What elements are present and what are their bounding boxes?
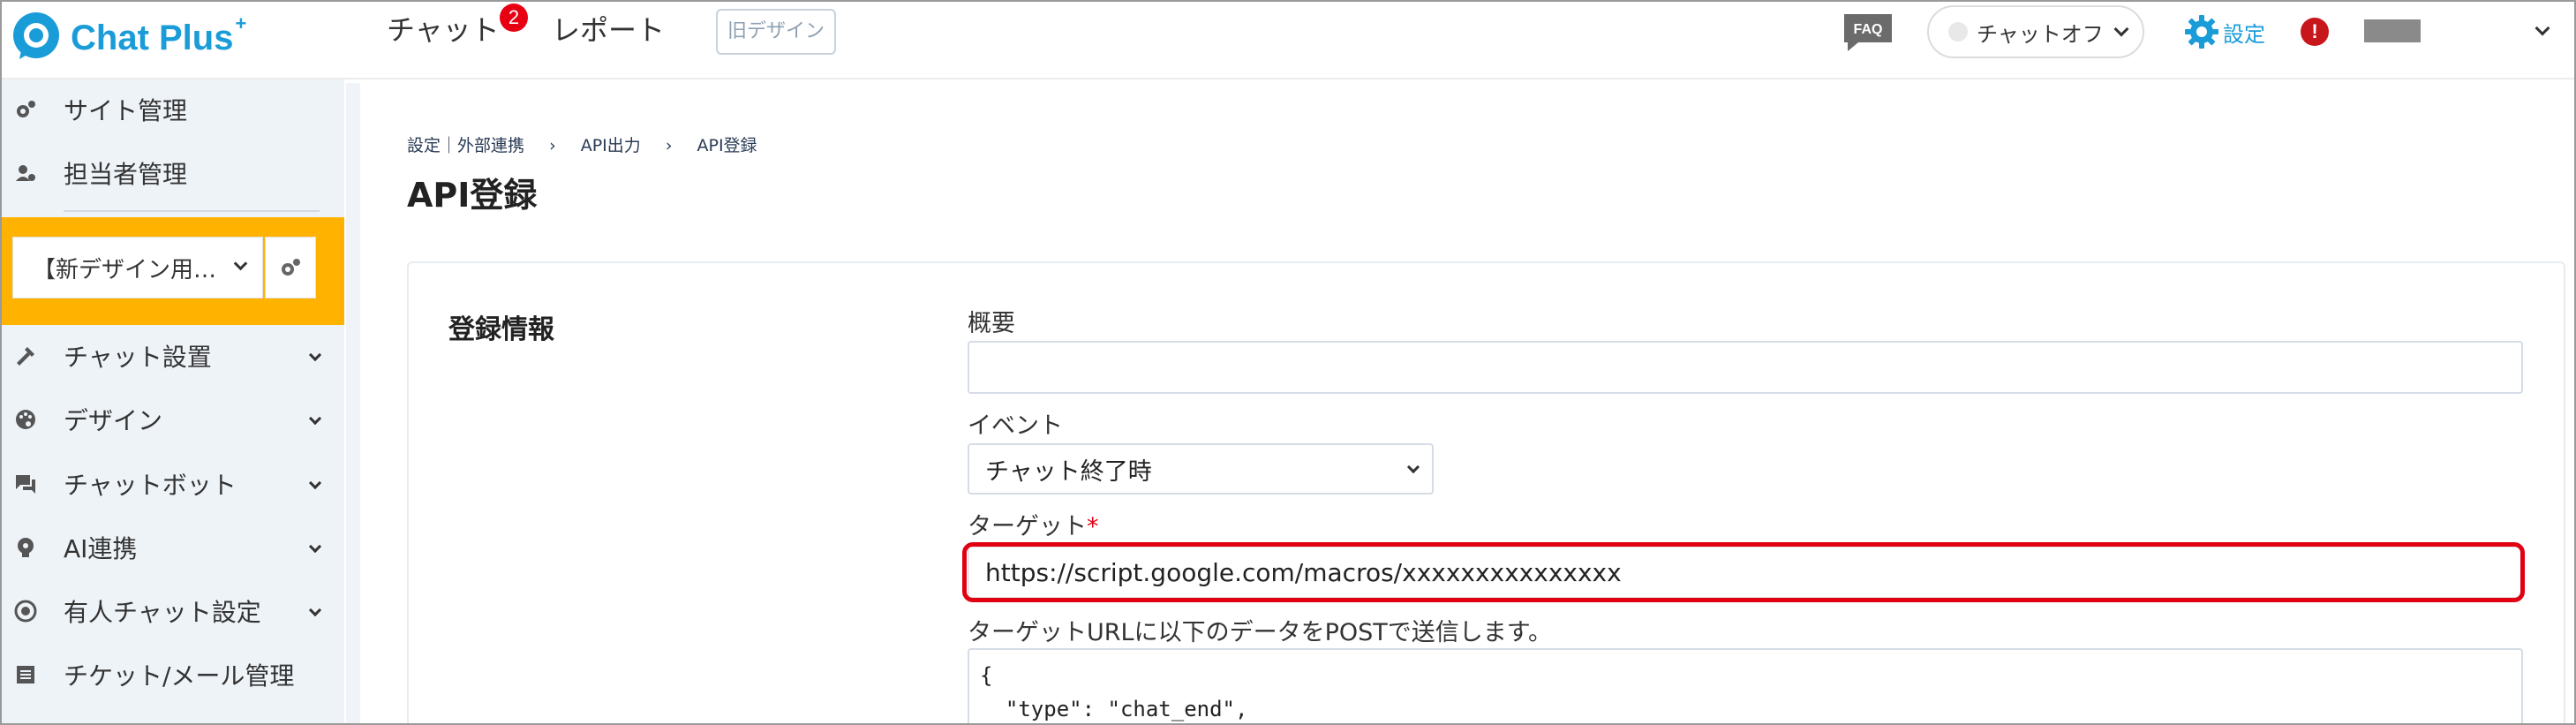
chevron-down-icon bbox=[1406, 460, 1420, 474]
top-header: Chat Plus+ チャット 2 レポート 旧デザイン FAQ チャットオフ bbox=[2, 2, 2574, 79]
chat-count-badge: 2 bbox=[500, 4, 528, 32]
breadcrumb-current: API登録 bbox=[697, 136, 757, 155]
site-select[interactable]: 【新デザイン用… bbox=[12, 237, 263, 298]
payload-line: { bbox=[980, 663, 993, 688]
breadcrumb: 設定｜外部連携 › API出力 › API登録 bbox=[407, 132, 757, 156]
page-title: API登録 bbox=[407, 176, 538, 215]
tools-icon bbox=[14, 344, 37, 367]
event-select[interactable]: チャット終了時 bbox=[968, 443, 1434, 495]
gear-cluster-icon bbox=[14, 98, 37, 121]
summary-input[interactable] bbox=[968, 341, 2523, 394]
target-label: ターゲット* bbox=[968, 513, 1099, 540]
chevron-down-icon bbox=[2113, 21, 2129, 37]
settings-label: 設定 bbox=[2223, 21, 2265, 47]
sidebar-item-design[interactable]: デザイン bbox=[2, 395, 344, 444]
chevron-down-icon bbox=[233, 256, 248, 271]
card-title: 登録情報 bbox=[448, 314, 554, 345]
sidebar-divider bbox=[64, 210, 320, 212]
users-gear-icon bbox=[14, 162, 37, 185]
site-select-value: 【新デザイン用… bbox=[33, 256, 217, 283]
sidebar-item-label: AI連携 bbox=[64, 534, 138, 563]
chat-status-select[interactable]: チャットオフ bbox=[1927, 5, 2144, 58]
target-highlight-frame bbox=[962, 542, 2525, 602]
status-dot bbox=[1948, 22, 1968, 42]
required-mark: * bbox=[1087, 513, 1099, 540]
sidebar-item-ai[interactable]: AI連携 bbox=[2, 523, 344, 572]
ai-bulb-icon bbox=[14, 536, 37, 559]
old-design-button[interactable]: 旧デザイン bbox=[716, 9, 836, 55]
sidebar-item-label: デザイン bbox=[64, 406, 163, 435]
sidebar-item-chat-install[interactable]: チャット設置 bbox=[2, 331, 344, 381]
sidebar-item-site-management[interactable]: サイト管理 bbox=[2, 85, 344, 134]
sidebar-item-operator-chat[interactable]: 有人チャット設定 bbox=[2, 586, 344, 636]
palette-icon bbox=[14, 408, 37, 431]
chevron-down-icon bbox=[308, 412, 322, 426]
sidebar: サイト管理 担当者管理 【新デザイン用… チャット設置 デザイン チャットボット… bbox=[2, 79, 344, 723]
breadcrumb-settings-link[interactable]: 設定｜外部連携 bbox=[407, 136, 524, 155]
payload-preview[interactable]: { "type": "chat_end", bbox=[968, 648, 2523, 723]
sidebar-item-ticket-mail[interactable]: チケット/メール管理 bbox=[2, 650, 344, 699]
site-selector-panel: 【新デザイン用… bbox=[2, 217, 344, 325]
nav-report[interactable]: レポート bbox=[552, 12, 665, 48]
chevron-down-icon bbox=[308, 348, 322, 362]
alert-icon[interactable]: ! bbox=[2301, 18, 2329, 46]
chevron-down-icon bbox=[308, 476, 322, 490]
sidebar-item-label: チケット/メール管理 bbox=[64, 661, 295, 691]
faq-label: FAQ bbox=[1854, 22, 1883, 37]
breadcrumb-separator: › bbox=[665, 136, 673, 155]
sidebar-item-label: チャット設置 bbox=[64, 343, 212, 372]
settings-link[interactable]: 設定 bbox=[2184, 14, 2265, 49]
chat-status-value: チャットオフ bbox=[1977, 21, 2104, 47]
sidebar-item-label: チャットボット bbox=[64, 471, 237, 500]
nav-chat[interactable]: チャット bbox=[387, 12, 500, 48]
sidebar-item-label: 担当者管理 bbox=[64, 160, 188, 189]
payload-line: "type": "chat_end", bbox=[980, 697, 1248, 721]
sidebar-scrollbar[interactable] bbox=[346, 83, 360, 723]
gear-icon bbox=[2185, 15, 2218, 49]
post-description: ターゲットURLに以下のデータをPOSTで送信します。 bbox=[968, 619, 1553, 646]
sidebar-item-staff-management[interactable]: 担当者管理 bbox=[2, 148, 344, 198]
chat-plus-logo-icon bbox=[11, 10, 62, 61]
ticket-list-icon bbox=[14, 663, 37, 686]
event-select-value: チャット終了時 bbox=[985, 457, 1152, 486]
sidebar-item-chatbot[interactable]: チャットボット bbox=[2, 459, 344, 509]
faq-icon[interactable]: FAQ bbox=[1842, 12, 1894, 53]
user-avatar[interactable] bbox=[2364, 19, 2421, 42]
breadcrumb-separator: › bbox=[549, 136, 556, 155]
gear-cluster-icon bbox=[282, 259, 300, 276]
chevron-down-icon bbox=[308, 540, 322, 554]
app-window: Chat Plus+ チャット 2 レポート 旧デザイン FAQ チャットオフ bbox=[0, 0, 2576, 725]
chevron-down-icon[interactable] bbox=[2535, 20, 2550, 36]
operator-icon bbox=[14, 600, 37, 623]
logo[interactable]: Chat Plus+ bbox=[11, 9, 246, 62]
event-label: イベント bbox=[968, 412, 1063, 440]
logo-text: Chat Plus+ bbox=[71, 12, 247, 57]
summary-label: 概要 bbox=[968, 310, 1015, 337]
sidebar-item-label: サイト管理 bbox=[64, 96, 188, 125]
sidebar-item-label: 有人チャット設定 bbox=[64, 598, 261, 627]
chevron-down-icon bbox=[308, 603, 322, 617]
breadcrumb-api-output-link[interactable]: API出力 bbox=[581, 136, 641, 155]
site-settings-button[interactable] bbox=[265, 237, 316, 298]
chat-bubbles-icon bbox=[14, 472, 37, 495]
